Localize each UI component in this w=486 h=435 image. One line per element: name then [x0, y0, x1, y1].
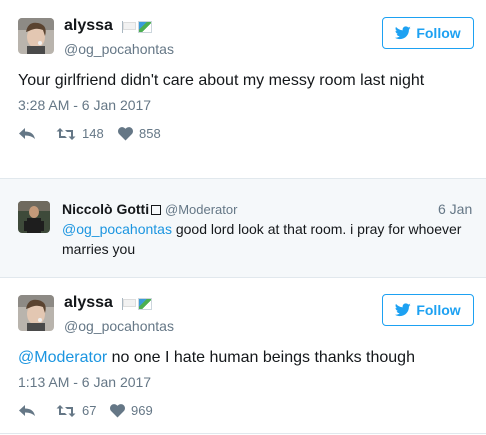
retweet-action[interactable]: 67	[56, 403, 110, 418]
tweet-text-body: no one I hate human beings thanks though	[107, 349, 415, 366]
reply-icon	[19, 404, 35, 416]
tweet-actions: 148 858	[18, 126, 161, 141]
retweet-action[interactable]: 148	[56, 126, 118, 141]
tweet-actions: 67 969	[18, 403, 153, 418]
display-name[interactable]: alyssa	[64, 17, 113, 35]
follow-button[interactable]: Follow	[382, 17, 474, 49]
reply-action[interactable]	[18, 127, 56, 141]
like-action[interactable]: 969	[110, 403, 153, 418]
white-flag-icon	[121, 21, 136, 33]
like-action[interactable]: 858	[118, 126, 161, 141]
reply-display-name[interactable]: Niccolò Gotti	[62, 201, 162, 217]
name-emojis	[121, 21, 152, 33]
reply-user-handle[interactable]: @Moderator	[165, 202, 237, 217]
bird-icon	[395, 26, 412, 40]
rainbow-flag-icon	[138, 298, 152, 310]
like-count: 858	[139, 126, 161, 141]
mention-link[interactable]: @Moderator	[18, 349, 107, 366]
avatar[interactable]	[18, 18, 54, 54]
follow-label: Follow	[416, 302, 461, 318]
reply-avatar[interactable]	[18, 201, 50, 233]
tweet-card-2: alyssa @og_pocahontas Follow @Moderator …	[0, 278, 486, 435]
reply-name-text: Niccolò Gotti	[62, 201, 150, 217]
tweet-card-1: alyssa @og_pocahontas Follow Your girlfr…	[0, 0, 486, 178]
retweet-count: 67	[82, 403, 97, 418]
heart-icon	[110, 403, 125, 417]
reply-text: @og_pocahontas good lord look at that ro…	[62, 219, 472, 259]
heart-icon	[118, 126, 133, 140]
reply-action[interactable]	[18, 404, 56, 418]
divider	[0, 433, 486, 434]
display-name[interactable]: alyssa	[64, 294, 113, 312]
follow-label: Follow	[416, 25, 461, 41]
missing-glyph-icon	[151, 205, 162, 215]
follow-button[interactable]: Follow	[382, 294, 474, 326]
bird-icon	[395, 303, 412, 317]
retweet-count: 148	[82, 126, 104, 141]
retweet-icon	[56, 127, 76, 140]
reply-date[interactable]: 6 Jan	[438, 201, 472, 217]
like-count: 969	[131, 403, 153, 418]
name-emojis	[121, 298, 152, 310]
tweet-timestamp[interactable]: 3:28 AM - 6 Jan 2017	[18, 97, 151, 113]
user-handle[interactable]: @og_pocahontas	[64, 318, 174, 334]
reply-text-line2: marries you	[62, 241, 136, 257]
tweet-timestamp[interactable]: 1:13 AM - 6 Jan 2017	[18, 374, 151, 390]
tweet-text: @Moderator no one I hate human beings th…	[18, 347, 415, 369]
retweet-icon	[56, 404, 76, 417]
reply-mention-link[interactable]: @og_pocahontas	[62, 221, 172, 237]
rainbow-flag-icon	[138, 21, 152, 33]
user-handle[interactable]: @og_pocahontas	[64, 41, 174, 57]
reply-text-line1: good lord look at that room. i pray for …	[171, 221, 462, 237]
reply-icon	[19, 127, 35, 139]
white-flag-icon	[121, 298, 136, 310]
avatar[interactable]	[18, 295, 54, 331]
reply-card: Niccolò Gotti @Moderator 6 Jan @og_pocah…	[0, 178, 486, 278]
tweet-text: Your girlfriend didn't care about my mes…	[18, 72, 425, 89]
